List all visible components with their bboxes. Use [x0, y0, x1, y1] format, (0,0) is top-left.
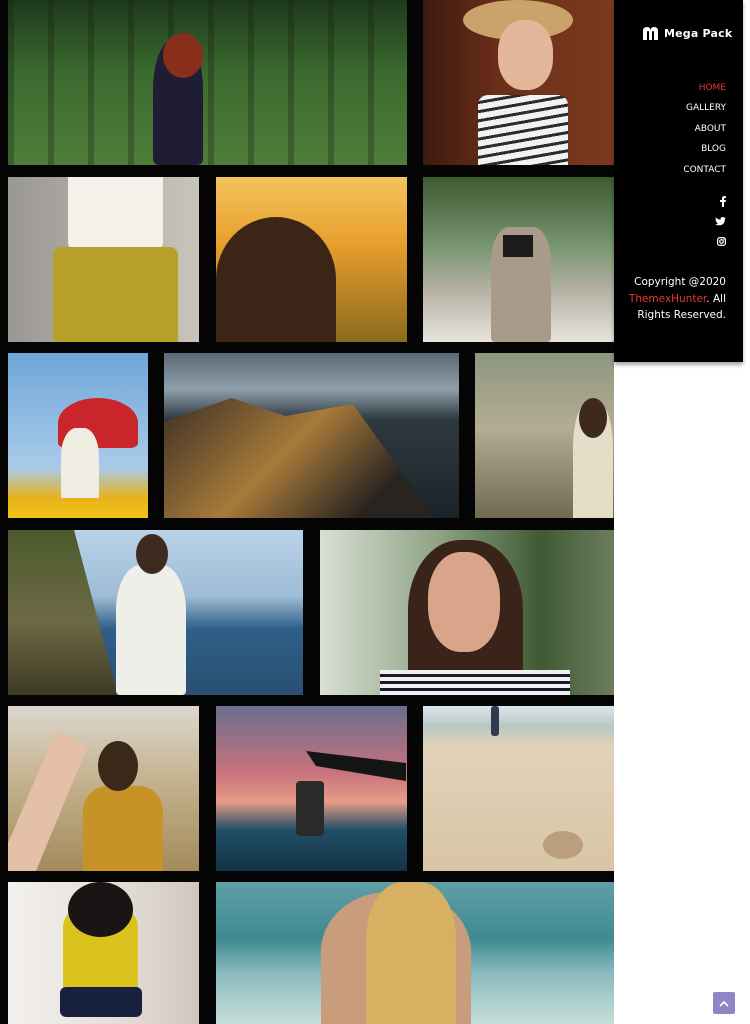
gallery-photo-woman-in-yellow-top[interactable] — [8, 882, 199, 1024]
gallery-photo-woman-in-sea[interactable] — [216, 882, 614, 1024]
gallery-photo-woman-walking-on-shore[interactable] — [475, 353, 614, 518]
gallery-photo-footprints-on-beach[interactable] — [423, 706, 614, 871]
copyright-prefix: Copyright @2020 — [634, 276, 726, 288]
nav-item-blog[interactable]: BLOG — [683, 139, 726, 159]
main-nav: HOME GALLERY ABOUT BLOG CONTACT — [683, 78, 726, 180]
copyright-text: Copyright @2020 ThemexHunter. All Rights… — [616, 274, 726, 324]
chevron-up-icon — [719, 994, 729, 1012]
facebook-icon[interactable] — [714, 194, 726, 208]
brand-logo[interactable]: Mega Pack — [642, 26, 732, 41]
twitter-icon[interactable] — [714, 214, 726, 228]
nav-item-gallery[interactable]: GALLERY — [683, 98, 726, 118]
gallery-photo-woman-at-sunset-field[interactable] — [216, 177, 407, 342]
gallery-photo-couple-holding-hands-by-sea[interactable] — [8, 530, 303, 695]
brand-name: Mega Pack — [664, 27, 733, 40]
gallery-photo-woman-in-yellow-skirt[interactable] — [8, 177, 199, 342]
gallery-photo-woman-in-straw-hat[interactable] — [423, 0, 614, 165]
gallery-photo-laughing-woman[interactable] — [320, 530, 614, 695]
gallery-photo-mountain-ridge-at-dusk[interactable] — [164, 353, 459, 518]
nav-item-about[interactable]: ABOUT — [683, 119, 726, 139]
m-logo-icon — [642, 26, 659, 41]
instagram-icon[interactable] — [714, 234, 726, 248]
gallery-photo-hand-holding-lantern[interactable] — [216, 706, 407, 871]
gallery-photo-woman-taking-phone-photo[interactable] — [8, 706, 199, 871]
gallery-photo-woman-in-forest[interactable] — [8, 0, 407, 165]
photo-gallery — [0, 0, 614, 1024]
company-link[interactable]: ThemexHunter — [629, 293, 706, 305]
nav-item-contact[interactable]: CONTACT — [683, 160, 726, 180]
sidebar: Mega Pack HOME GALLERY ABOUT BLOG CONTAC… — [614, 0, 743, 362]
social-links — [714, 194, 726, 248]
scroll-to-top-button[interactable] — [713, 992, 735, 1014]
nav-item-home[interactable]: HOME — [683, 78, 726, 98]
gallery-photo-woman-with-red-umbrella[interactable] — [8, 353, 148, 518]
gallery-photo-woman-with-camera-on-beach[interactable] — [423, 177, 614, 342]
